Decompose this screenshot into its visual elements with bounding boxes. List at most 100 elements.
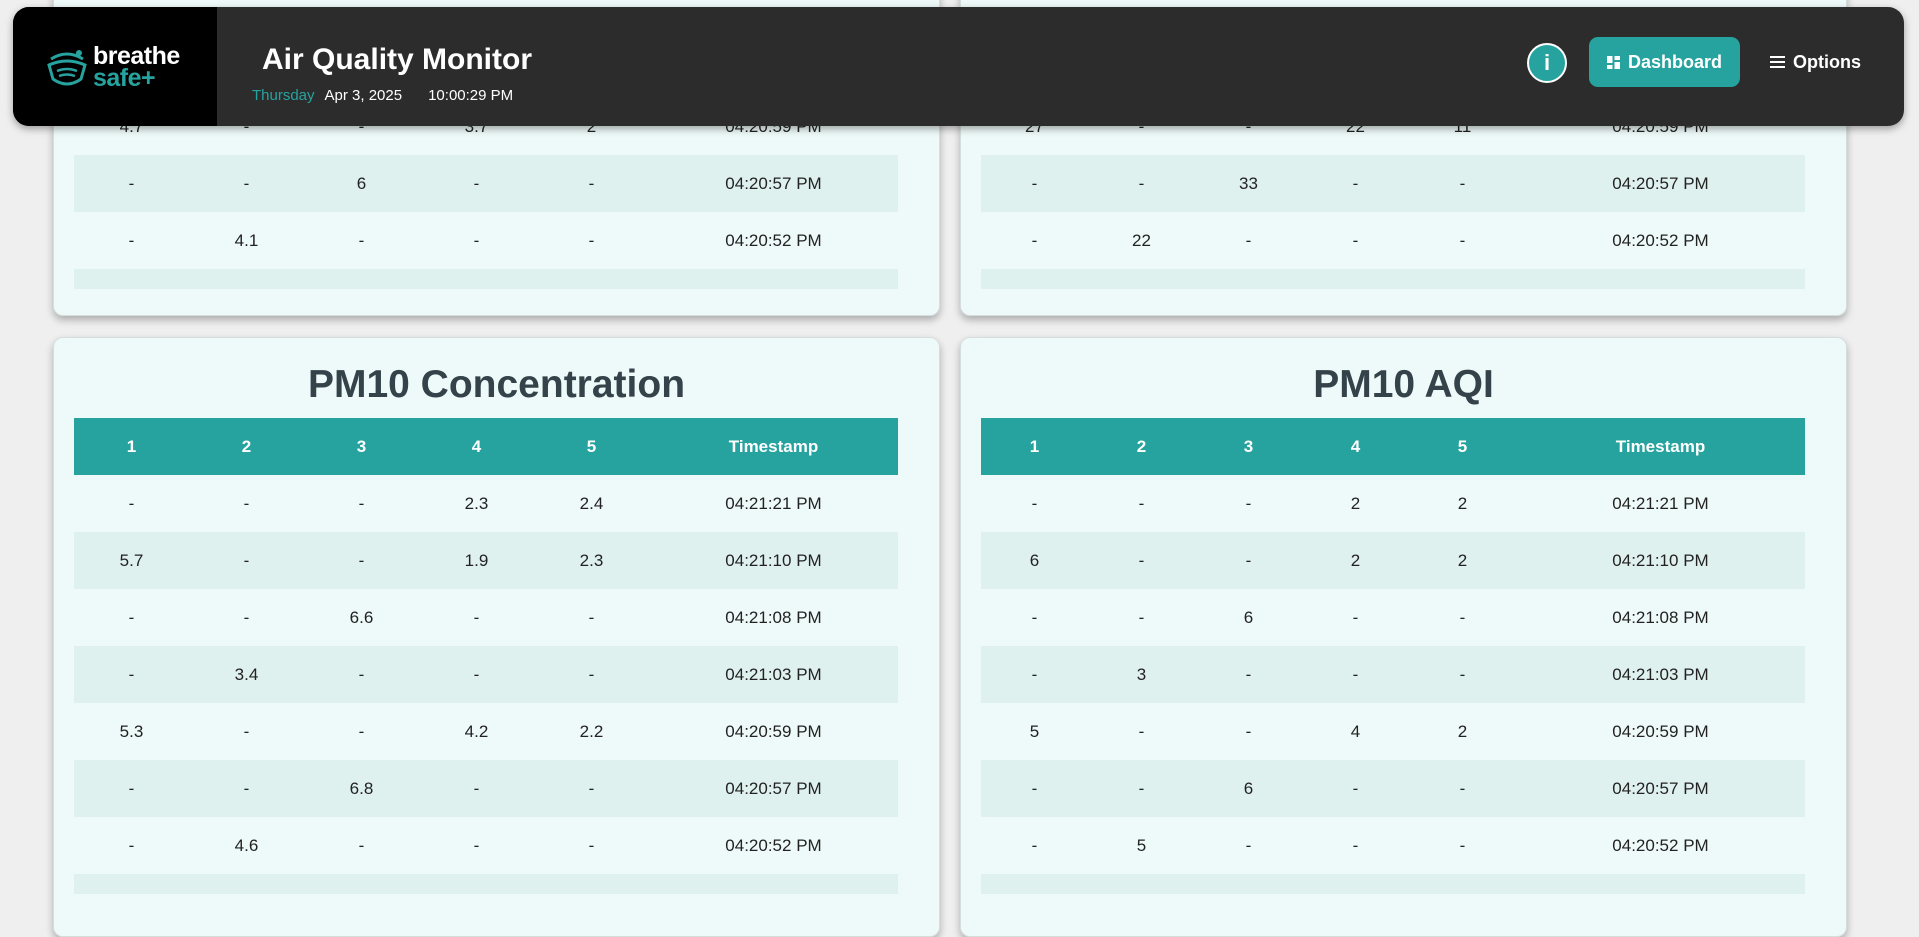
- table-cell: 04:20:52 PM: [649, 212, 898, 269]
- table-cell: 2.4: [534, 475, 649, 532]
- table-cell: -: [419, 646, 534, 703]
- table-cell: -: [74, 212, 189, 269]
- table-cell: -: [74, 817, 189, 874]
- card-title: PM10 AQI: [1313, 363, 1494, 406]
- table-cell: -: [419, 817, 534, 874]
- table-cell: 2: [1409, 475, 1516, 532]
- table-cell: -: [304, 532, 419, 589]
- table-cell: -: [189, 475, 304, 532]
- column-header: 2: [189, 418, 304, 475]
- table-cell: -: [1409, 589, 1516, 646]
- table-cell: 04:20:57 PM: [1516, 760, 1805, 817]
- table-cell: -: [1302, 589, 1409, 646]
- table-row: 6- -2 2 04:21:10 PM: [981, 532, 1805, 589]
- table-cell: -: [981, 817, 1088, 874]
- table-cell: -: [419, 155, 534, 212]
- table-row: - -6.6- -04:21:08 PM: [74, 589, 898, 646]
- table-cell: 4.2: [419, 703, 534, 760]
- table-cell: -: [74, 760, 189, 817]
- table-cell: -: [304, 817, 419, 874]
- table-cell: 5.3: [74, 703, 189, 760]
- table-cell: 6: [1195, 760, 1302, 817]
- table-cell: -: [534, 646, 649, 703]
- table-end-bar: [74, 269, 898, 289]
- table-cell: -: [74, 589, 189, 646]
- table-cell: -: [1088, 475, 1195, 532]
- table-cell: -: [304, 703, 419, 760]
- table-cell: 2: [1302, 475, 1409, 532]
- table-cell: 33: [1195, 155, 1302, 212]
- table-cell: -: [74, 475, 189, 532]
- table-cell: 2.2: [534, 703, 649, 760]
- pm10-aqi-card: PM10 AQI 1 2 3 4 5 Timestamp - - -2 2 04:21:21 PM…: [960, 337, 1847, 937]
- table-row: -3.4- - -04:21:03 PM: [74, 646, 898, 703]
- table-cell: -: [1088, 760, 1195, 817]
- table-cell: 2: [1302, 532, 1409, 589]
- table-cell: 04:20:57 PM: [1516, 155, 1805, 212]
- table-cell: 04:21:21 PM: [649, 475, 898, 532]
- table-row: - -6- -04:20:57 PM: [74, 155, 898, 212]
- table-cell: 3: [1088, 646, 1195, 703]
- table-cell: 04:20:52 PM: [649, 817, 898, 874]
- card-title: PM10 Concentration: [307, 363, 686, 406]
- column-header: Timestamp: [1516, 418, 1805, 475]
- column-header: 5: [534, 418, 649, 475]
- info-button[interactable]: i: [1527, 43, 1567, 83]
- table-row: -3- - -04:21:03 PM: [981, 646, 1805, 703]
- pm10-concentration-table: 1 2 3 4 5 Timestamp - - -2.3 2.4 04:21:21 PM 5.7- -…: [74, 418, 898, 874]
- table-row: -22- - -04:20:52 PM: [981, 212, 1805, 269]
- table-cell: 04:21:08 PM: [1516, 589, 1805, 646]
- table-row: - - -2.3 2.4 04:21:21 PM: [74, 475, 898, 532]
- table-cell: -: [981, 475, 1088, 532]
- table-cell: -: [1195, 212, 1302, 269]
- table-row: 5.7- -1.9 2.3 04:21:10 PM: [74, 532, 898, 589]
- table-cell: -: [74, 646, 189, 703]
- table-cell: 6.6: [304, 589, 419, 646]
- table-cell: -: [534, 760, 649, 817]
- table-cell: -: [419, 212, 534, 269]
- logo-line-2: safe+: [93, 64, 156, 92]
- table-cell: -: [1088, 703, 1195, 760]
- mask-icon: [47, 50, 87, 86]
- table-cell: -: [534, 817, 649, 874]
- column-header: 2: [1088, 418, 1195, 475]
- table-cell: -: [1195, 703, 1302, 760]
- column-header: Timestamp: [649, 418, 898, 475]
- table-row: 5.3- -4.2 2.2 04:20:59 PM: [74, 703, 898, 760]
- menu-icon: [1770, 56, 1785, 68]
- table-cell: 04:21:03 PM: [1516, 646, 1805, 703]
- clock: 10:00:29 PM: [428, 87, 514, 104]
- table-cell: -: [189, 760, 304, 817]
- column-header: 4: [1302, 418, 1409, 475]
- column-header: 3: [1195, 418, 1302, 475]
- table-cell: 4.1: [189, 212, 304, 269]
- table-cell: 2: [1409, 703, 1516, 760]
- table-cell: -: [189, 589, 304, 646]
- table-cell: 04:20:57 PM: [649, 760, 898, 817]
- table-cell: 5.7: [74, 532, 189, 589]
- table-cell: 4.6: [189, 817, 304, 874]
- weekday: Thursday: [252, 87, 315, 104]
- table-cell: 04:20:59 PM: [1516, 703, 1805, 760]
- dashboard-button[interactable]: Dashboard: [1589, 37, 1740, 87]
- table-cell: -: [534, 589, 649, 646]
- options-label: Options: [1793, 51, 1861, 72]
- logo[interactable]: breathe safe+: [13, 7, 217, 126]
- options-button[interactable]: Options: [1770, 37, 1861, 87]
- table-row: - -33- -04:20:57 PM: [981, 155, 1805, 212]
- table-cell: 04:21:10 PM: [649, 532, 898, 589]
- table-cell: -: [1195, 646, 1302, 703]
- table-cell: -: [1302, 212, 1409, 269]
- table-cell: 3.4: [189, 646, 304, 703]
- column-header: 1: [981, 418, 1088, 475]
- table-cell: -: [534, 212, 649, 269]
- column-header: 4: [419, 418, 534, 475]
- table-cell: -: [419, 760, 534, 817]
- page-title: Air Quality Monitor: [262, 43, 532, 76]
- table-cell: -: [1195, 532, 1302, 589]
- table-cell: 22: [1088, 212, 1195, 269]
- table-cell: -: [304, 212, 419, 269]
- table-cell: -: [981, 589, 1088, 646]
- table-cell: -: [981, 212, 1088, 269]
- table-cell: -: [534, 155, 649, 212]
